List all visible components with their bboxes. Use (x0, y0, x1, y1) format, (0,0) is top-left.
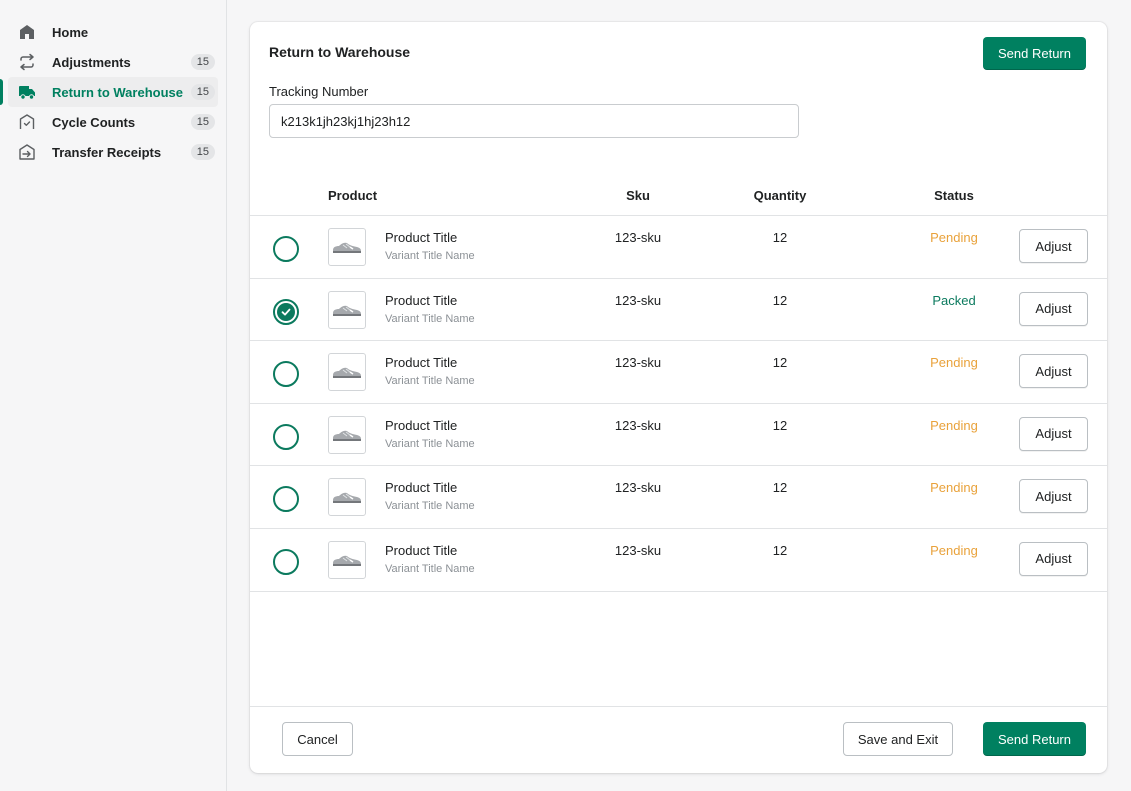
table-row: Product Title Variant Title Name 123-sku… (250, 279, 1107, 342)
sku-cell: 123-sku (614, 542, 662, 558)
sidebar: Home Adjustments 15 Return to Warehouse … (0, 0, 227, 791)
count-badge: 15 (190, 84, 215, 100)
product-thumbnail (328, 478, 366, 517)
send-return-button[interactable]: Send Return (983, 37, 1086, 70)
product-thumbnail (328, 228, 366, 266)
adjust-button[interactable]: Adjust (1019, 229, 1088, 263)
count-badge: 15 (190, 144, 215, 160)
sneaker-icon (333, 555, 361, 566)
status-text: Pending (930, 480, 978, 496)
row-select-radio[interactable] (273, 423, 299, 450)
table-header: Product Sku Quantity Status (250, 182, 1107, 216)
send-return-button-footer[interactable]: Send Return (983, 722, 1086, 756)
quantity-cell: 12 (772, 542, 788, 558)
status-text: Packed (932, 292, 976, 308)
adjust-button[interactable]: Adjust (1019, 541, 1088, 576)
table-row: Product Title Variant Title Name 123-sku… (250, 529, 1107, 592)
sidebar-item-label: Transfer Receipts (52, 144, 162, 160)
adjust-button[interactable]: Adjust (1019, 479, 1088, 514)
checkmark-icon (277, 302, 295, 321)
row-select-radio[interactable] (273, 486, 299, 513)
table-row: Product Title Variant Title Name 123-sku… (250, 404, 1107, 467)
sidebar-item-transfer-receipts[interactable]: Transfer Receipts 15 (8, 137, 218, 167)
sneaker-icon (333, 367, 361, 379)
count-badge: 15 (190, 54, 215, 70)
product-title: Product Title (385, 542, 458, 558)
table-row: Product Title Variant Title Name 123-sku… (250, 341, 1107, 404)
sku-cell: 123-sku (614, 355, 662, 371)
arrows-exchange-icon (18, 53, 36, 71)
product-title: Product Title (385, 292, 458, 308)
column-header-status: Status (934, 188, 974, 203)
sku-cell: 123-sku (614, 480, 662, 496)
sku-cell: 123-sku (614, 292, 662, 308)
variant-title: Variant Title Name (385, 437, 475, 450)
product-thumbnail (328, 540, 366, 579)
tracking-number-input[interactable] (269, 104, 799, 138)
sneaker-icon (333, 493, 361, 504)
adjust-button[interactable]: Adjust (1019, 354, 1088, 389)
adjust-button[interactable]: Adjust (1019, 291, 1088, 326)
save-and-exit-button[interactable]: Save and Exit (843, 722, 953, 756)
cancel-button[interactable]: Cancel (282, 722, 353, 756)
sneaker-icon (333, 430, 361, 441)
quantity-cell: 12 (772, 480, 788, 496)
column-header-product: Product (328, 188, 378, 203)
row-select-radio[interactable] (273, 548, 299, 575)
status-text: Pending (930, 230, 978, 245)
tracking-number-label: Tracking Number (269, 84, 369, 99)
truck-icon (18, 83, 36, 101)
sku-cell: 123-sku (614, 230, 662, 245)
warehouse-arrow-icon (18, 143, 36, 161)
sidebar-item-label: Return to Warehouse (52, 84, 183, 100)
row-select-radio[interactable] (273, 361, 299, 388)
count-badge: 15 (190, 114, 215, 130)
sku-cell: 123-sku (614, 417, 662, 433)
quantity-cell: 12 (772, 230, 788, 245)
warehouse-check-icon (18, 113, 36, 131)
variant-title: Variant Title Name (385, 250, 475, 262)
return-card: Return to Warehouse Send Return Tracking… (250, 22, 1107, 773)
quantity-cell: 12 (772, 292, 788, 308)
home-icon (18, 23, 36, 41)
table-row: Product Title Variant Title Name 123-sku… (250, 466, 1107, 529)
card-footer: Cancel Save and Exit Send Return (250, 706, 1107, 773)
row-select-radio-checked[interactable] (273, 298, 299, 325)
product-title: Product Title (385, 355, 458, 371)
sidebar-item-label: Adjustments (52, 54, 131, 70)
product-thumbnail (328, 290, 366, 329)
sneaker-icon (333, 242, 361, 253)
variant-title: Variant Title Name (385, 312, 475, 325)
sidebar-item-adjustments[interactable]: Adjustments 15 (8, 47, 218, 77)
variant-title: Variant Title Name (385, 500, 475, 513)
status-text: Pending (930, 355, 978, 371)
product-title: Product Title (385, 417, 458, 433)
product-thumbnail (328, 353, 366, 392)
quantity-cell: 12 (772, 417, 788, 433)
product-title: Product Title (385, 230, 458, 245)
column-header-sku: Sku (626, 188, 650, 203)
row-select-radio[interactable] (273, 236, 299, 262)
page-title: Return to Warehouse (269, 44, 411, 60)
column-header-quantity: Quantity (753, 188, 807, 203)
variant-title: Variant Title Name (385, 375, 475, 388)
sidebar-item-label: Home (52, 24, 89, 40)
product-thumbnail (328, 415, 366, 454)
product-table: Product Title Variant Title Name 123-sku… (250, 216, 1107, 592)
sneaker-icon (333, 305, 361, 316)
sidebar-item-return-to-warehouse[interactable]: Return to Warehouse 15 (0, 77, 218, 107)
product-title: Product Title (385, 480, 458, 496)
status-text: Pending (930, 417, 978, 433)
quantity-cell: 12 (772, 355, 788, 371)
table-row: Product Title Variant Title Name 123-sku… (250, 216, 1107, 279)
variant-title: Variant Title Name (385, 562, 475, 575)
sidebar-item-cycle-counts[interactable]: Cycle Counts 15 (8, 107, 218, 137)
sidebar-item-label: Cycle Counts (52, 114, 136, 130)
status-text: Pending (930, 542, 978, 558)
sidebar-item-home[interactable]: Home (8, 17, 218, 47)
adjust-button[interactable]: Adjust (1019, 416, 1088, 451)
